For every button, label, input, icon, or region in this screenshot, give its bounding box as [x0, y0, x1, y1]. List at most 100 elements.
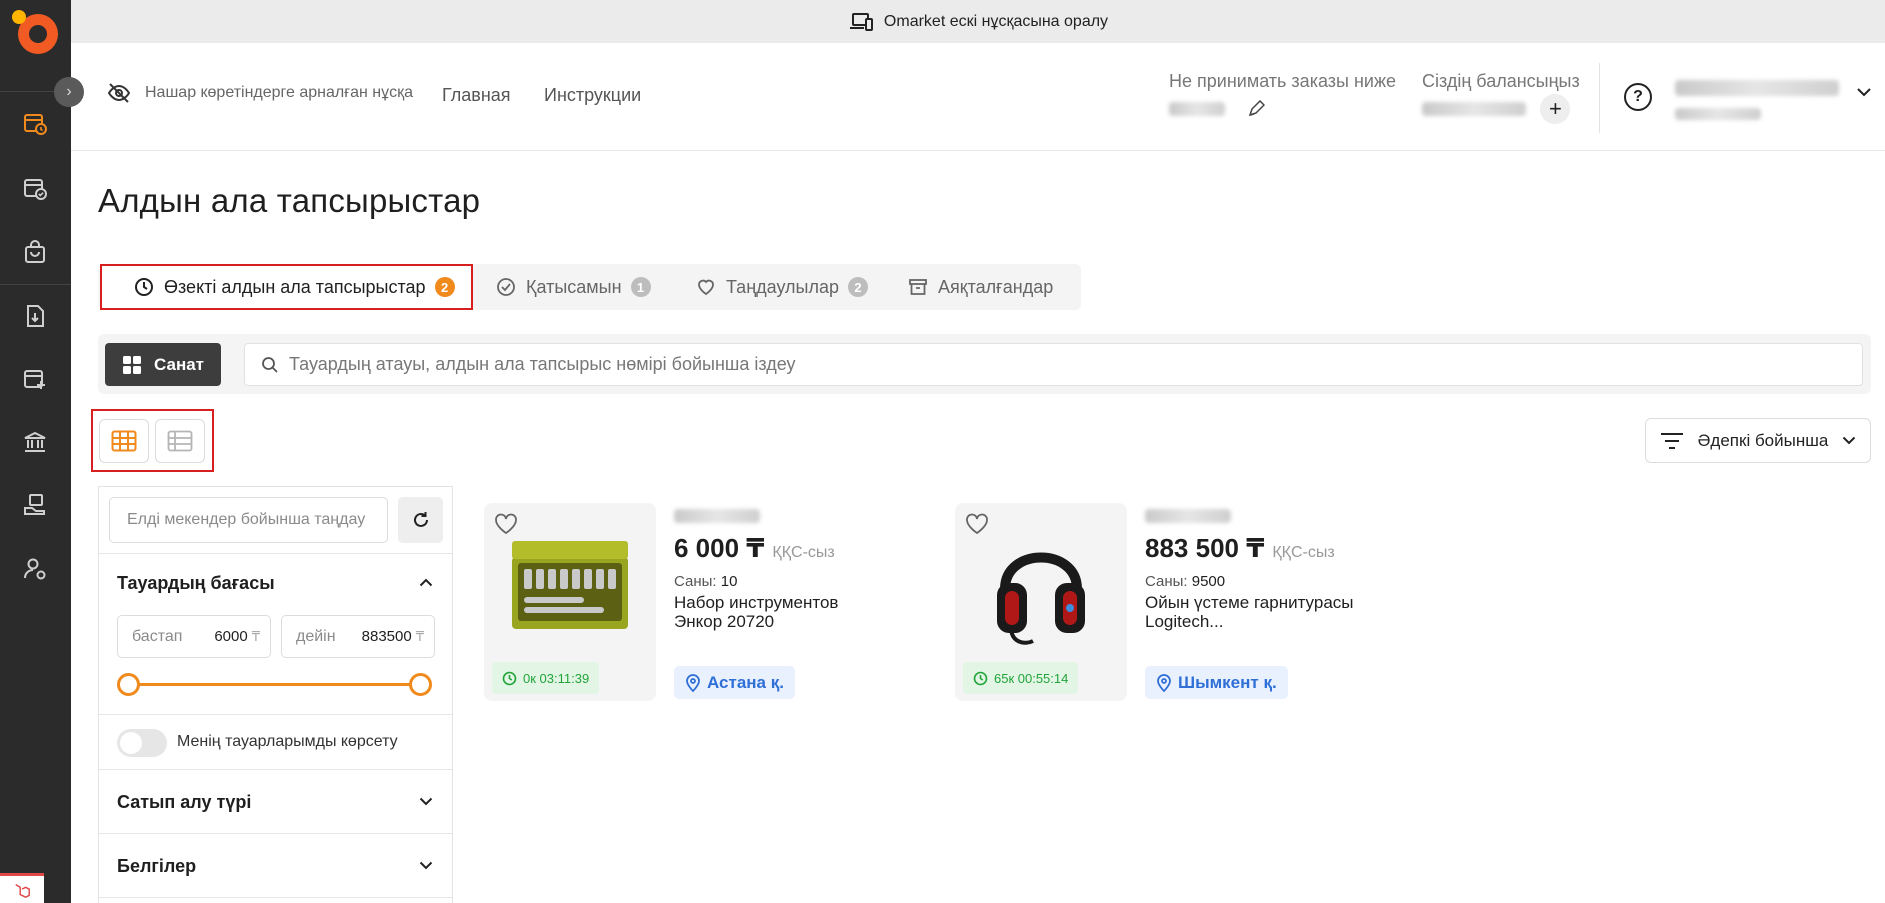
- product-card[interactable]: 0к 03:11:39 6 000 ₸ ҚҚС-сыз Саны: 10 Набо…: [484, 503, 934, 703]
- balance-value: [1422, 102, 1526, 116]
- chevron-down-icon[interactable]: [1856, 87, 1872, 97]
- accessibility-toggle[interactable]: Нашар көретіндерге арналған нұсқа: [107, 83, 413, 103]
- time-left-value: 65к 00:55:14: [994, 670, 1069, 686]
- table-list-icon: [167, 430, 193, 452]
- quantity-label: Саны:: [674, 573, 717, 590]
- headset-image: [997, 552, 1085, 645]
- app-root: › Omarket ескі нұсқасына оралу Нашар көр…: [0, 0, 1885, 903]
- balance-block: Сіздің балансыңыз +: [1422, 71, 1580, 124]
- price-from-value: 6000: [214, 628, 248, 645]
- help-icon[interactable]: ?: [1624, 83, 1652, 111]
- tab-current-preorders[interactable]: Өзекті алдын ала тапсырыстар 2: [100, 264, 473, 310]
- tab-label: Қатысамын: [526, 276, 622, 297]
- check-circle-icon: [497, 278, 515, 296]
- my-products-toggle[interactable]: [117, 729, 167, 757]
- old-version-banner[interactable]: Omarket ескі нұсқасына оралу: [71, 0, 1885, 43]
- box-check-icon: [24, 179, 47, 200]
- tab-participating[interactable]: Қатысамын 1: [496, 264, 651, 310]
- tags-filter[interactable]: Белгілер: [117, 856, 196, 877]
- tab-favorites[interactable]: Таңдаулылар 2: [696, 264, 869, 310]
- sidebar-item-delivery[interactable]: [18, 488, 52, 522]
- time-left-value: 0к 03:11:39: [523, 670, 590, 686]
- sidebar-item-finance[interactable]: [18, 425, 52, 459]
- cart-clock-icon: [24, 114, 47, 135]
- document-download-icon: [27, 305, 44, 327]
- quantity-value: 10: [720, 573, 738, 590]
- price-to-label: дейін: [296, 627, 336, 645]
- product-name[interactable]: Ойын үстеме гарнитурасы Logitech...: [1145, 593, 1355, 631]
- my-products-label: Менің тауарларымды көрсету: [177, 733, 398, 750]
- search-input[interactable]: Тауардың атауы, алдын ала тапсырыс нөмір…: [244, 343, 1863, 386]
- price-slider-min-handle[interactable]: [117, 673, 140, 696]
- price-from-input[interactable]: бастап 6000 ₸: [117, 615, 271, 658]
- reset-filters-button[interactable]: [398, 497, 443, 543]
- chevron-down-icon[interactable]: [419, 797, 433, 806]
- city-badge[interactable]: Шымкент қ.: [1145, 666, 1288, 699]
- price-to-value: 883500: [361, 628, 412, 645]
- sidebar-item-orders[interactable]: [18, 171, 52, 205]
- price-value: 883 500 ₸: [1145, 533, 1265, 563]
- sort-dropdown[interactable]: Әдепкі бойынша: [1645, 418, 1871, 463]
- time-left-badge: 0к 03:11:39: [492, 662, 600, 694]
- location-select[interactable]: Елді мекендер бойынша таңдау: [109, 497, 388, 543]
- min-order-label: Не принимать заказы ниже: [1169, 71, 1397, 91]
- box-plus-icon: [24, 370, 45, 389]
- hand-box-icon: [24, 494, 45, 515]
- tab-label: Өзекті алдын ала тапсырыстар: [164, 276, 426, 297]
- vat-label: ҚҚС-сыз: [772, 544, 835, 561]
- tab-count-badge: 1: [630, 277, 651, 297]
- city-badge[interactable]: Астана қ.: [674, 666, 795, 699]
- filter-divider: [99, 553, 452, 554]
- price-from-label: бастап: [132, 627, 183, 645]
- quantity-value: 9500: [1191, 573, 1226, 590]
- top-up-balance-button[interactable]: +: [1540, 94, 1571, 124]
- location-pin-icon: [686, 673, 700, 692]
- price-slider-track: [129, 683, 419, 686]
- sidebar-expand-button[interactable]: ›: [54, 77, 84, 107]
- banner-text: Omarket ескі нұсқасына оралу: [883, 12, 1109, 30]
- balance-label: Сіздің балансыңыз: [1422, 71, 1580, 91]
- tab-completed[interactable]: Аяқталғандар: [908, 264, 1053, 310]
- grid-view-button[interactable]: [99, 419, 149, 463]
- chevron-up-icon[interactable]: [419, 578, 433, 587]
- omarket-logo[interactable]: [12, 8, 58, 54]
- shopping-bag-icon: [25, 240, 45, 263]
- sort-label: Әдепкі бойынша: [1697, 430, 1829, 450]
- tab-count-badge: 2: [434, 277, 455, 297]
- chevron-down-icon[interactable]: [419, 861, 433, 870]
- filter-divider: [99, 714, 452, 715]
- tab-count-badge: 2: [848, 277, 869, 297]
- product-price: 6 000 ₸ ҚҚС-сыз: [674, 533, 835, 564]
- price-slider-max-handle[interactable]: [409, 673, 432, 696]
- price-to-input[interactable]: дейін 883500 ₸: [281, 615, 435, 658]
- product-card[interactable]: 65к 00:55:14 883 500 ₸ ҚҚС-сыз Саны: 9500…: [955, 503, 1405, 703]
- price-filter-title[interactable]: Тауардың бағасы: [117, 573, 275, 594]
- nav-link-instructions[interactable]: Инструкции: [544, 85, 641, 106]
- sidebar-item-bag[interactable]: [18, 235, 52, 269]
- list-view-button[interactable]: [155, 419, 205, 463]
- accessibility-label: Нашар көретіндерге арналған нұсқа: [145, 84, 413, 101]
- sidebar-item-returns[interactable]: [18, 299, 52, 333]
- header-divider: [1599, 63, 1600, 133]
- product-sku: [1145, 509, 1231, 523]
- quantity-label: Саны:: [1145, 573, 1188, 590]
- city-name: Шымкент қ.: [1178, 672, 1277, 692]
- category-button[interactable]: Санат: [105, 343, 221, 386]
- purchase-type-filter[interactable]: Сатып алу түрі: [117, 792, 251, 813]
- edit-pencil-icon[interactable]: [1247, 99, 1266, 118]
- sidebar-item-preorders[interactable]: [18, 106, 52, 140]
- filter-panel: Елді мекендер бойынша таңдау Тауардың ба…: [98, 486, 453, 903]
- city-name: Астана қ.: [707, 672, 784, 692]
- laravel-icon[interactable]: [0, 873, 44, 903]
- user-profile[interactable]: [1675, 79, 1839, 123]
- nav-link-home[interactable]: Главная: [442, 85, 511, 106]
- sidebar-item-profile[interactable]: [18, 552, 52, 586]
- bank-icon: [24, 431, 46, 452]
- refresh-icon: [413, 512, 428, 527]
- time-left-badge: 65к 00:55:14: [963, 662, 1079, 694]
- tab-label: Аяқталғандар: [938, 276, 1054, 297]
- product-name[interactable]: Набор инструментов Энкор 20720: [674, 593, 884, 631]
- sidebar-item-add-product[interactable]: [18, 362, 52, 396]
- location-pin-icon: [1157, 673, 1171, 692]
- tool-set-image: [512, 541, 628, 629]
